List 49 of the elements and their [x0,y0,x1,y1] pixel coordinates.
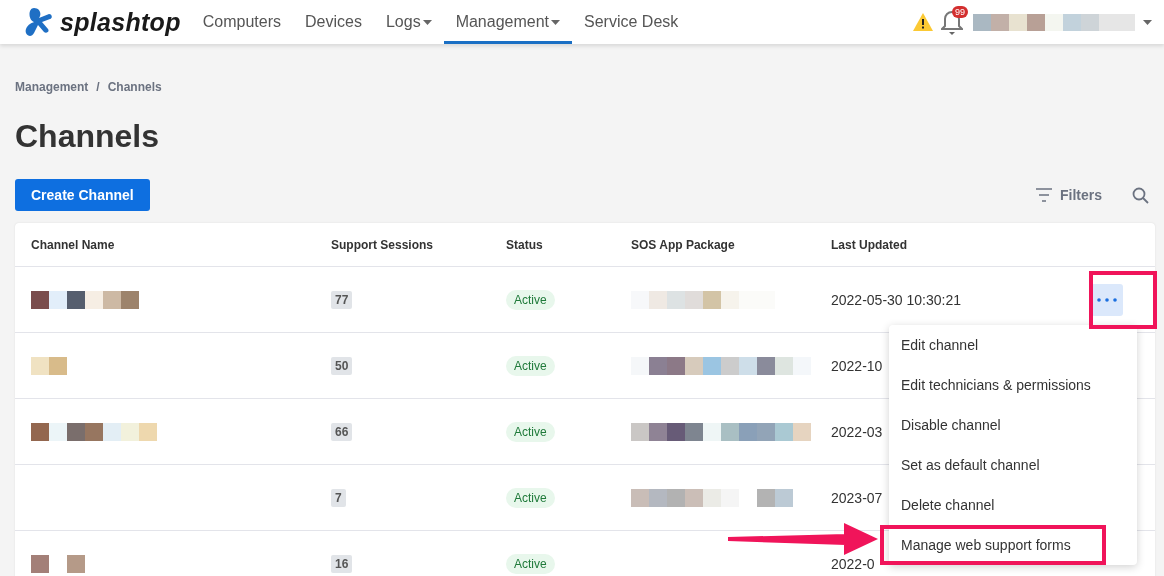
caret-icon[interactable] [1143,19,1152,25]
notification-badge: 99 [952,6,968,18]
menu-item[interactable]: Set as default channel [889,445,1137,485]
filter-icon [1036,188,1052,202]
breadcrumb-separator: / [96,80,100,94]
column-header: Channel Name [31,237,116,252]
ellipsis-icon [1097,297,1117,302]
status-badge: Active [506,355,555,376]
breadcrumb-link[interactable]: Management [15,80,89,94]
more-actions-button[interactable] [1091,283,1123,316]
nav-tab[interactable]: Computers [190,0,294,44]
filters-button[interactable]: Filters [1030,186,1108,204]
session-count: 7 [331,488,346,507]
warning-icon[interactable] [913,13,933,31]
create-channel-button[interactable]: Create Channel [15,179,150,211]
column-header: Last Updated [831,237,908,252]
last-updated-cell: 2022-03 [831,423,883,440]
column-header: Support Sessions [331,237,435,252]
bell-icon[interactable] [941,9,963,35]
pixelated-channel-name [31,554,85,573]
session-count: 66 [331,422,353,441]
column-header: Status [506,237,544,252]
menu-item[interactable]: Edit channel [889,325,1137,365]
session-count: 77 [331,290,353,309]
status-badge: Active [506,487,555,508]
nav-tab[interactable]: Devices [293,0,374,44]
nav-tab[interactable]: Service Desk [572,0,691,44]
nav-tab[interactable]: Logs [373,0,444,44]
session-count: 16 [331,554,353,573]
last-updated-cell: 2022-10 [831,357,883,374]
session-count: 50 [331,356,353,375]
breadcrumb-current: Channels [107,80,162,94]
status-badge: Active [506,553,555,574]
pixelated-channel-name [31,356,67,375]
last-updated-cell: 2022-05-30 10:30:21 [831,291,961,308]
menu-item[interactable]: Delete channel [889,485,1137,525]
logo-wordmark: splashtop [60,7,181,37]
highlight-frame [1089,271,1157,329]
page-title: Channels [15,118,161,155]
search-icon[interactable] [1132,186,1149,204]
nav-tab[interactable]: Management [443,0,573,44]
column-header: SOS App Package [631,237,736,252]
menu-item[interactable]: Manage web support forms [880,525,1106,565]
status-badge: Active [506,289,555,310]
last-updated-cell: 2023-07 [831,489,883,506]
menu-item[interactable]: Edit technicians & permissions [889,365,1137,405]
menu-item[interactable]: Disable channel [889,405,1137,445]
last-updated-cell: 2022-0 [831,555,875,572]
status-badge: Active [506,421,555,442]
